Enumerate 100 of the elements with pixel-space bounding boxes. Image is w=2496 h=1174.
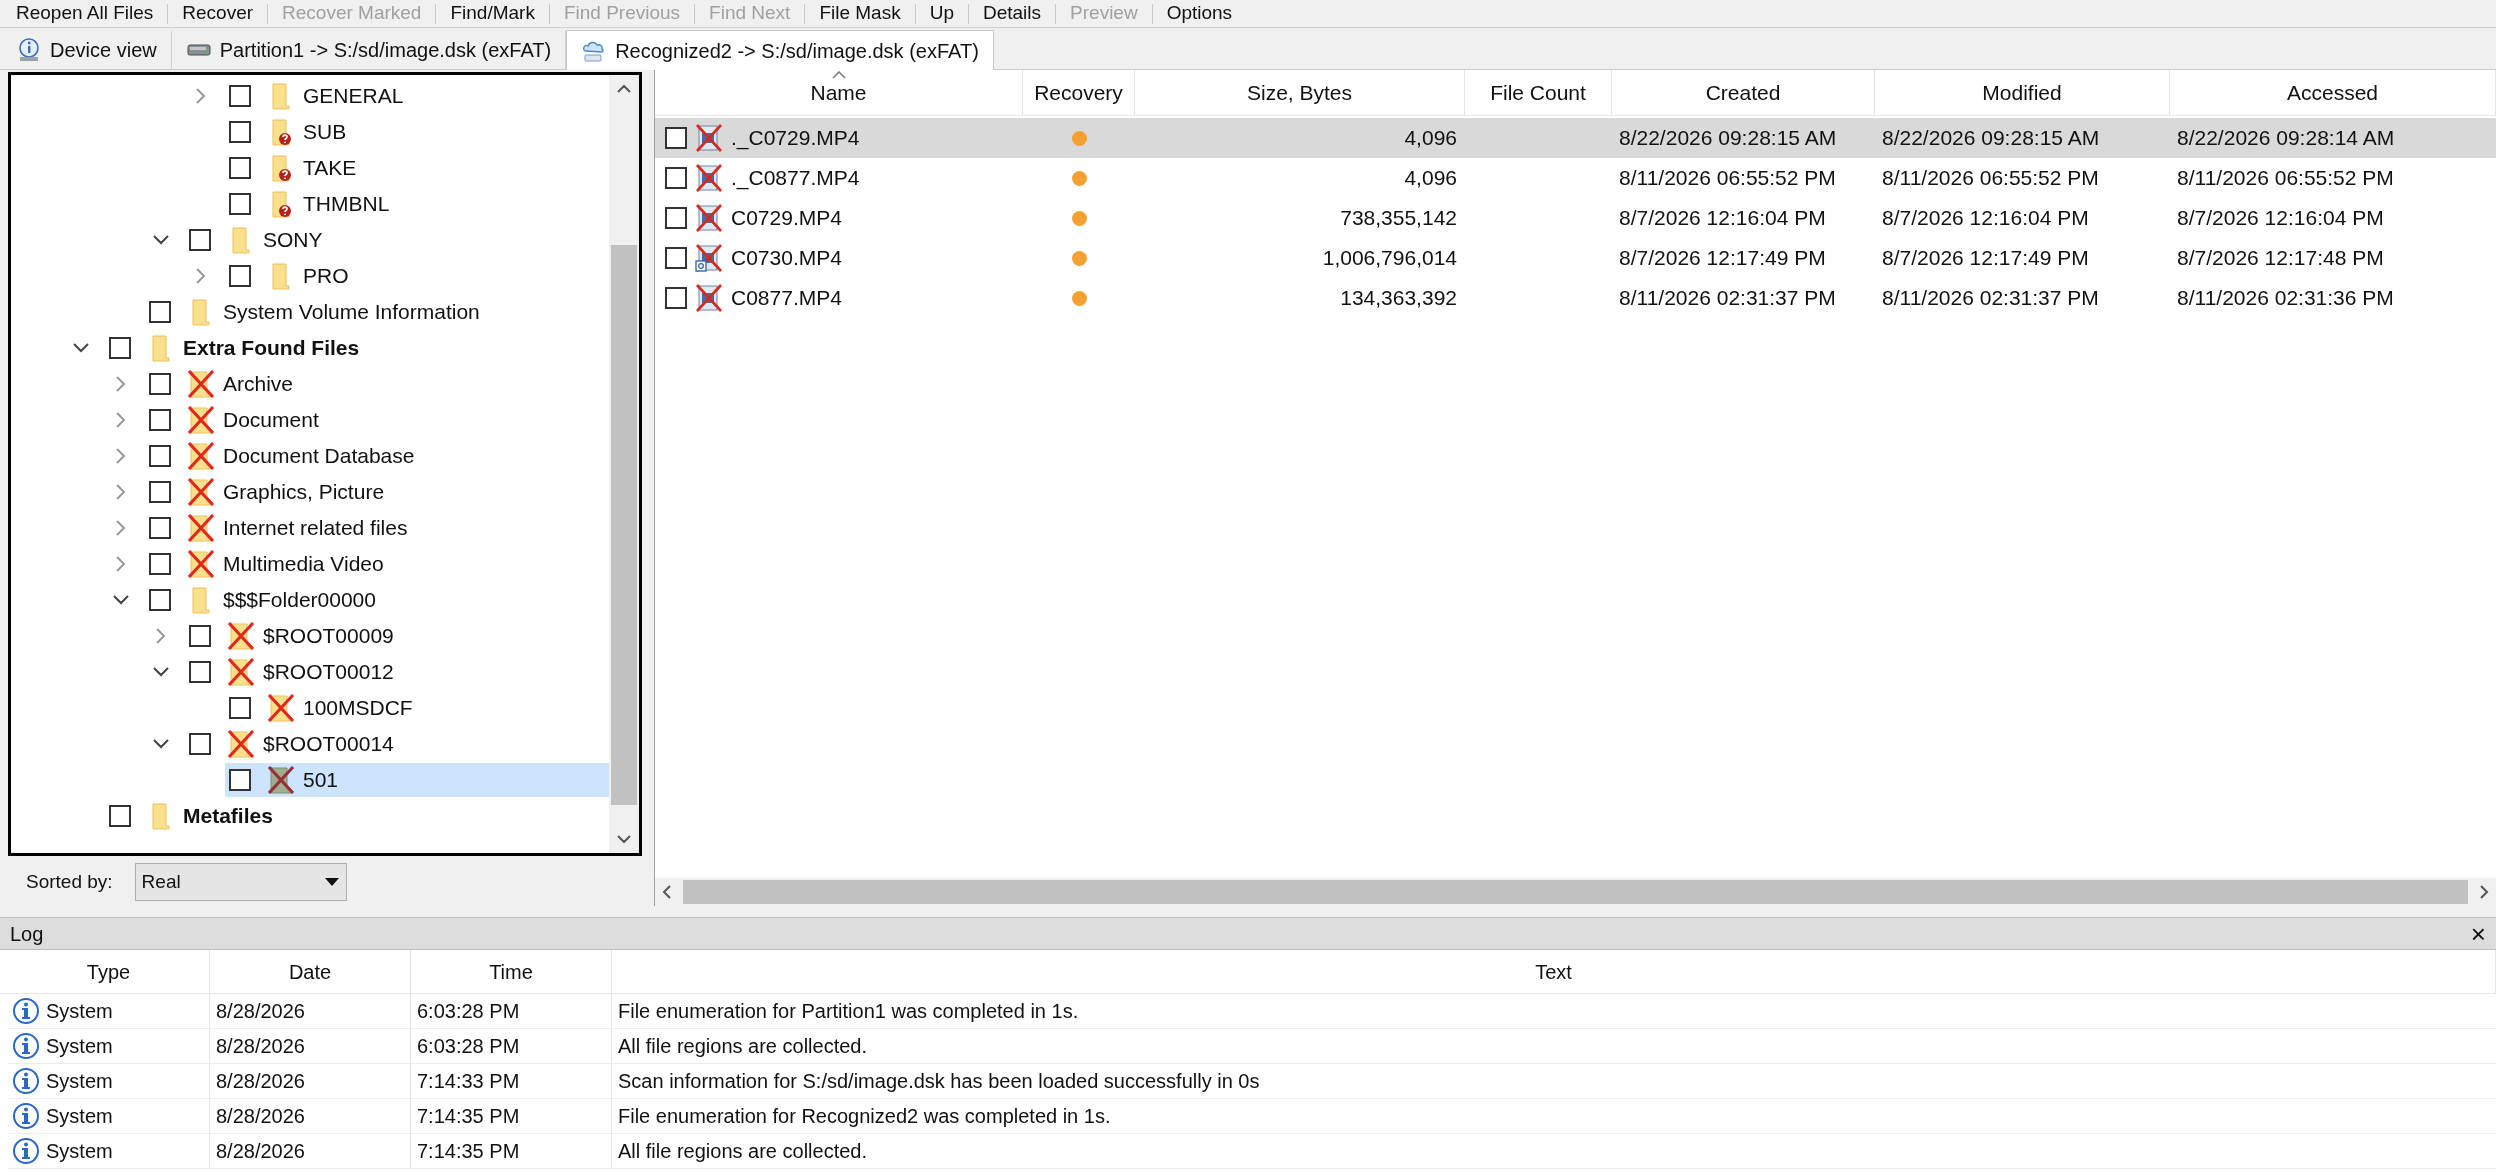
checkbox[interactable] [229, 121, 251, 143]
table-cell: 8/7/2026 12:17:49 PM [1619, 246, 1826, 270]
scrollbar[interactable] [609, 75, 639, 853]
expand-chevron-icon[interactable] [115, 555, 127, 573]
collapse-chevron-icon[interactable] [112, 594, 130, 606]
column-header[interactable]: Name [655, 70, 1023, 115]
column-header[interactable]: Size, Bytes [1135, 70, 1465, 115]
scrollbar-thumb[interactable] [611, 245, 637, 805]
column-header[interactable]: Date [210, 950, 411, 993]
tree-item[interactable]: 100MSDCF [225, 691, 609, 725]
checkbox[interactable] [189, 229, 211, 251]
file-row[interactable]: ._C0729.MP4 4,096 8/22/2026 09:28:15 AM 8/22/2026 09:28:15 AM 8/22/2026 09:28:14 AM [655, 118, 2496, 158]
collapse-chevron-icon[interactable] [152, 738, 170, 750]
collapse-chevron-icon[interactable] [152, 234, 170, 246]
checkbox[interactable] [109, 337, 131, 359]
close-button[interactable]: × [2470, 920, 2486, 947]
tree-item[interactable]: Internet related files [145, 511, 609, 545]
table-cell-text: 7:14:33 PM [417, 1069, 520, 1094]
column-header[interactable]: Accessed [2170, 70, 2496, 115]
info-icon [12, 1067, 40, 1095]
checkbox[interactable] [229, 193, 251, 215]
checkbox[interactable] [189, 661, 211, 683]
expand-chevron-icon[interactable] [115, 375, 127, 393]
checkbox[interactable] [665, 287, 687, 309]
tree-item[interactable]: $ROOT00014 [185, 727, 609, 761]
column-header[interactable]: Type [8, 950, 210, 993]
table-cell-text: 8/28/2026 [216, 1034, 305, 1059]
tree-item[interactable]: 501 [225, 763, 609, 797]
column-header[interactable]: Text [612, 950, 2496, 993]
checkbox[interactable] [189, 625, 211, 647]
tree-item[interactable]: Metafiles [105, 799, 609, 833]
column-header[interactable]: File Count [1465, 70, 1612, 115]
expand-chevron-icon[interactable] [115, 447, 127, 465]
expand-chevron-icon[interactable] [115, 411, 127, 429]
checkbox[interactable] [665, 207, 687, 229]
scroll-up-icon[interactable] [616, 83, 632, 95]
checkbox[interactable] [229, 85, 251, 107]
tree-item[interactable]: TAKE [225, 151, 609, 185]
tree-item[interactable]: Document Database [145, 439, 609, 473]
table-cell-text: 6:03:28 PM [417, 1034, 520, 1059]
checkbox[interactable] [149, 481, 171, 503]
tree-item[interactable]: Graphics, Picture [145, 475, 609, 509]
tree-item[interactable]: SUB [225, 115, 609, 149]
tree-item[interactable]: Extra Found Files [105, 331, 609, 365]
checkbox[interactable] [149, 553, 171, 575]
checkbox[interactable] [109, 805, 131, 827]
toolbar-button[interactable]: Options [1166, 0, 1233, 28]
checkbox[interactable] [149, 589, 171, 611]
horizontal-scrollbar[interactable] [655, 878, 2496, 906]
checkbox[interactable] [665, 127, 687, 149]
column-header[interactable]: Time [411, 950, 612, 993]
tree-item[interactable]: Multimedia Video [145, 547, 609, 581]
column-header[interactable]: Modified [1875, 70, 2170, 115]
tree-item[interactable]: Archive [145, 367, 609, 401]
toolbar-button[interactable]: Recover [182, 0, 254, 28]
tree-item[interactable]: $ROOT00012 [185, 655, 609, 689]
tree-item[interactable]: THMBNL [225, 187, 609, 221]
tree-item[interactable]: PRO [225, 259, 609, 293]
expand-chevron-icon[interactable] [115, 519, 127, 537]
toolbar-button[interactable]: Find/Mark [450, 0, 535, 28]
tree-item[interactable]: $$$Folder00000 [145, 583, 609, 617]
tree-item[interactable]: SONY [185, 223, 609, 257]
collapse-chevron-icon[interactable] [152, 666, 170, 678]
tree-item[interactable]: $ROOT00009 [185, 619, 609, 653]
toolbar-button[interactable]: Details [983, 0, 1042, 28]
checkbox[interactable] [149, 301, 171, 323]
checkbox[interactable] [149, 409, 171, 431]
checkbox[interactable] [229, 697, 251, 719]
table-cell: 8/7/2026 12:16:04 PM [1619, 206, 1826, 230]
column-header[interactable]: Recovery [1023, 70, 1135, 115]
table-cell: 8/11/2026 02:31:37 PM [1619, 286, 1836, 310]
checkbox[interactable] [149, 445, 171, 467]
tree-item[interactable]: Document [145, 403, 609, 437]
expand-chevron-icon[interactable] [195, 87, 207, 105]
sort-dropdown[interactable]: Real [134, 863, 347, 901]
toolbar-button[interactable]: File Mask [819, 0, 901, 28]
scroll-right-icon[interactable] [2478, 884, 2490, 900]
expand-chevron-icon[interactable] [155, 627, 167, 645]
checkbox[interactable] [229, 157, 251, 179]
checkbox[interactable] [189, 733, 211, 755]
expand-chevron-icon[interactable] [195, 267, 207, 285]
toolbar-button[interactable]: Reopen All Files [16, 0, 154, 28]
scrollbar-thumb[interactable] [683, 880, 2468, 904]
checkbox[interactable] [229, 265, 251, 287]
scroll-down-icon[interactable] [616, 833, 632, 845]
tree-item[interactable]: System Volume Information [145, 295, 609, 329]
checkbox[interactable] [149, 373, 171, 395]
checkbox[interactable] [665, 167, 687, 189]
table-cell: 8/7/2026 12:16:04 PM [1882, 206, 2089, 230]
expand-chevron-icon[interactable] [115, 483, 127, 501]
collapse-chevron-icon[interactable] [72, 342, 90, 354]
column-header[interactable]: Created [1612, 70, 1875, 115]
checkbox[interactable] [665, 247, 687, 269]
checkbox[interactable] [149, 517, 171, 539]
toolbar-button[interactable]: Up [929, 0, 954, 28]
checkbox[interactable] [229, 769, 251, 791]
scroll-left-icon[interactable] [661, 884, 673, 900]
tree-item[interactable]: GENERAL [225, 79, 609, 113]
table-cell: 8/11/2026 06:55:52 PM [1619, 166, 1836, 190]
tab[interactable]: Recognized2 -> S:/sd/image.dsk (exFAT) [566, 30, 994, 70]
